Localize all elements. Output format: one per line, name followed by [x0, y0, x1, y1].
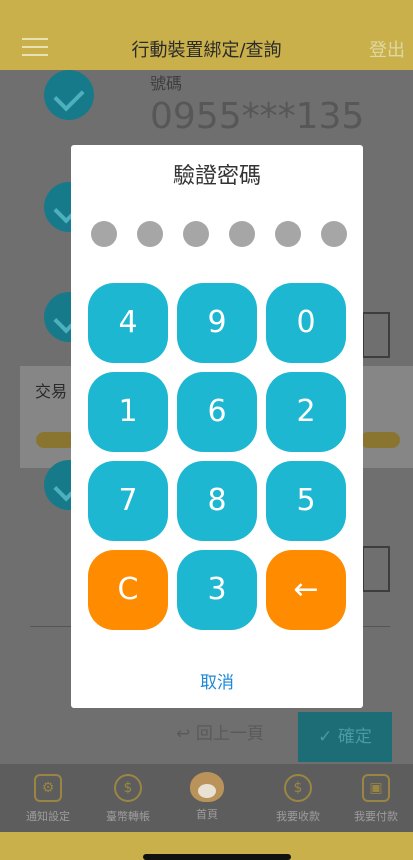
bottom-tab-bar: ⚙ 通知設定 $ 臺幣轉帳 首頁 $ 我要收款 ▣ 我要付款: [0, 764, 413, 832]
back-label: 回上一頁: [195, 724, 264, 744]
key-3[interactable]: 3: [177, 550, 257, 630]
dialog-title: 驗證密碼: [172, 164, 261, 189]
logout-button[interactable]: 登出: [369, 36, 405, 62]
pin-dot: [229, 221, 255, 247]
bell-gear-icon: ⚙: [34, 774, 62, 802]
transaction-label: 交易: [35, 382, 68, 401]
key-1[interactable]: 1: [88, 372, 168, 452]
key-5[interactable]: 5: [266, 461, 346, 541]
pin-dot: [183, 221, 209, 247]
tab-twd-transfer[interactable]: $ 臺幣轉帳: [88, 770, 168, 830]
key-9[interactable]: 9: [177, 283, 257, 363]
checkbox[interactable]: [362, 546, 390, 592]
back-button[interactable]: ↩ 回上一頁: [150, 712, 290, 756]
pin-dot: [275, 221, 301, 247]
tab-receive-money[interactable]: $ 我要收款: [258, 770, 338, 830]
phone-number: 0955***135: [150, 96, 365, 137]
pay-qr-icon: ▣: [362, 774, 390, 802]
receive-money-icon: $: [284, 774, 312, 802]
tab-pay[interactable]: ▣ 我要付款: [336, 770, 413, 830]
tab-label: 我要收款: [276, 810, 320, 823]
status-bar: [0, 0, 413, 24]
home-indicator: [143, 854, 291, 860]
page-title: 行動裝置綁定/查詢: [131, 40, 282, 61]
tab-label: 通知設定: [26, 810, 70, 823]
key-2[interactable]: 2: [266, 372, 346, 452]
slider-track: [36, 432, 76, 448]
cancel-button[interactable]: 取消: [71, 668, 363, 693]
pin-dialog: 驗證密碼 4 9 0 1 6 2 7 8 5 C 3 ← 取消: [71, 145, 363, 708]
key-0[interactable]: 0: [266, 283, 346, 363]
confirm-button[interactable]: ✓ 確定: [298, 712, 392, 762]
tab-home[interactable]: 首頁: [167, 770, 247, 830]
app-header: 行動裝置綁定/查詢 登出: [0, 24, 413, 70]
key-6[interactable]: 6: [177, 372, 257, 452]
key-8[interactable]: 8: [177, 461, 257, 541]
tab-notification-settings[interactable]: ⚙ 通知設定: [8, 770, 88, 830]
tab-label: 首頁: [196, 808, 218, 821]
shiba-dog-icon: [190, 772, 224, 802]
pin-dot: [321, 221, 347, 247]
pin-dot: [91, 221, 117, 247]
tab-label: 我要付款: [354, 810, 398, 823]
tab-label: 臺幣轉帳: [106, 810, 150, 823]
confirm-label: 確定: [337, 727, 372, 747]
key-7[interactable]: 7: [88, 461, 168, 541]
clear-button[interactable]: C: [88, 550, 168, 630]
slider-track: [360, 432, 400, 448]
backspace-arrow-icon[interactable]: ←: [266, 550, 346, 630]
coin-transfer-icon: $: [114, 774, 142, 802]
pin-dots: [91, 221, 347, 247]
check-circle-icon: [44, 70, 94, 120]
phone-label: 號碼: [150, 74, 183, 93]
checkbox[interactable]: [362, 312, 390, 358]
key-4[interactable]: 4: [88, 283, 168, 363]
pin-dot: [137, 221, 163, 247]
